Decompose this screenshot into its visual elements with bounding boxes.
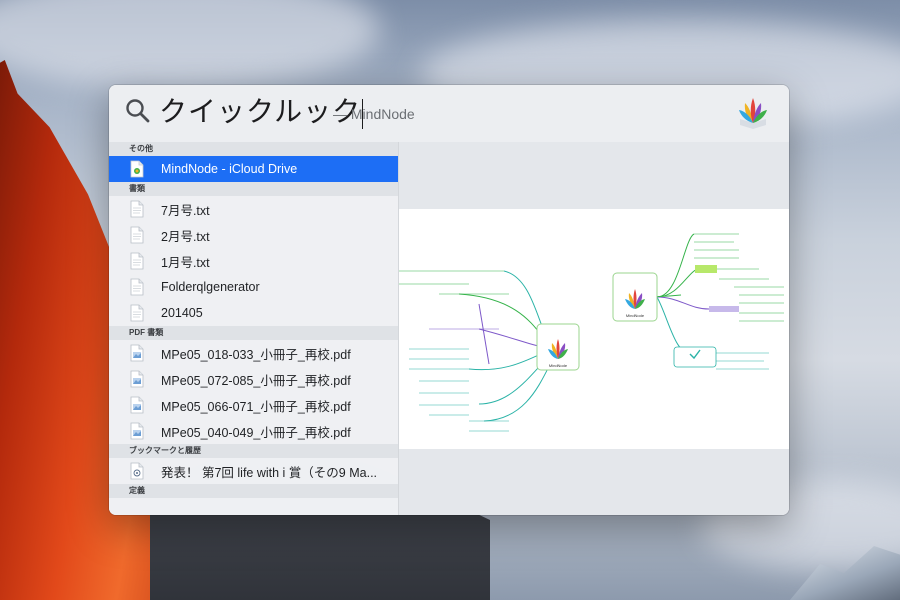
preview-node-label: MindNode xyxy=(549,363,568,368)
text-document-icon xyxy=(129,226,145,244)
section-header: 定義 xyxy=(109,484,398,498)
section-header: ブックマークと履歴 xyxy=(109,444,398,458)
result-label: MPe05_018-033_小冊子_再校.pdf xyxy=(161,347,351,362)
search-icon xyxy=(126,99,150,123)
result-row[interactable]: Folderqlgenerator xyxy=(109,274,398,300)
cloud xyxy=(0,0,380,90)
section-header: その他 xyxy=(109,142,398,156)
result-row[interactable]: 7月号.txt xyxy=(109,196,398,222)
result-label: 発表！ 第7回 life with i 賞（その9 Ma... xyxy=(161,465,378,480)
result-row-selected[interactable]: MindNode - iCloud Drive xyxy=(109,156,398,182)
result-label: MPe05_040-049_小冊子_再校.pdf xyxy=(161,425,351,440)
search-suggestion-suffix: — MindNode xyxy=(333,106,415,122)
result-label: 201405 xyxy=(161,306,203,320)
mindnode-app-icon[interactable] xyxy=(737,95,769,131)
section-header: 書類 xyxy=(109,182,398,196)
result-row[interactable]: MPe05_040-049_小冊子_再校.pdf xyxy=(109,418,398,444)
result-row[interactable]: 発表！ 第7回 life with i 賞（その9 Ma... xyxy=(109,458,398,484)
result-label: MindNode - iCloud Drive xyxy=(161,162,298,176)
text-document-icon xyxy=(129,304,145,322)
pdf-document-icon xyxy=(129,396,145,414)
section-header: PDF 書類 xyxy=(109,326,398,340)
text-document-icon xyxy=(129,278,145,296)
result-row[interactable]: 2月号.txt xyxy=(109,222,398,248)
result-label: MPe05_066-071_小冊子_再校.pdf xyxy=(161,399,351,414)
pdf-document-icon xyxy=(129,344,145,362)
result-label: 2月号.txt xyxy=(161,229,210,244)
text-document-icon xyxy=(129,252,145,270)
result-label: 1月号.txt xyxy=(161,255,210,270)
preview-pane: MindNode MindNode xyxy=(399,142,789,515)
result-label: MPe05_072-085_小冊子_再校.pdf xyxy=(161,373,351,388)
search-query-text: クイックルック xyxy=(159,96,362,127)
mindmap-thumbnail: MindNode MindNode xyxy=(399,233,784,432)
result-row[interactable]: MPe05_072-085_小冊子_再校.pdf xyxy=(109,366,398,392)
text-document-icon xyxy=(129,200,145,218)
result-row[interactable]: MPe05_018-033_小冊子_再校.pdf xyxy=(109,340,398,366)
search-bar[interactable]: クイックルック — MindNode xyxy=(109,85,789,143)
pdf-document-icon xyxy=(129,370,145,388)
right-mindmap: MindNode xyxy=(612,233,784,370)
result-row[interactable]: 1月号.txt xyxy=(109,248,398,274)
results-list: その他 MindNode - iCloud Drive 書類 7月号.txt 2月号.t… xyxy=(109,142,399,515)
left-mindmap: MindNode xyxy=(399,270,580,432)
result-row[interactable]: MPe05_066-071_小冊子_再校.pdf xyxy=(109,392,398,418)
preview-node-label: MindNode xyxy=(626,313,645,318)
mindmap-preview: MindNode MindNode xyxy=(399,209,789,449)
spotlight-window: クイックルック — MindNode その他 MindNode - iCloud … xyxy=(109,85,789,515)
result-label: Folderqlgenerator xyxy=(161,280,260,294)
bookmark-icon xyxy=(129,462,145,480)
result-label: 7月号.txt xyxy=(161,203,210,218)
mindnode-document-icon xyxy=(129,160,145,178)
pdf-document-icon xyxy=(129,422,145,440)
result-row[interactable]: 201405 xyxy=(109,300,398,326)
